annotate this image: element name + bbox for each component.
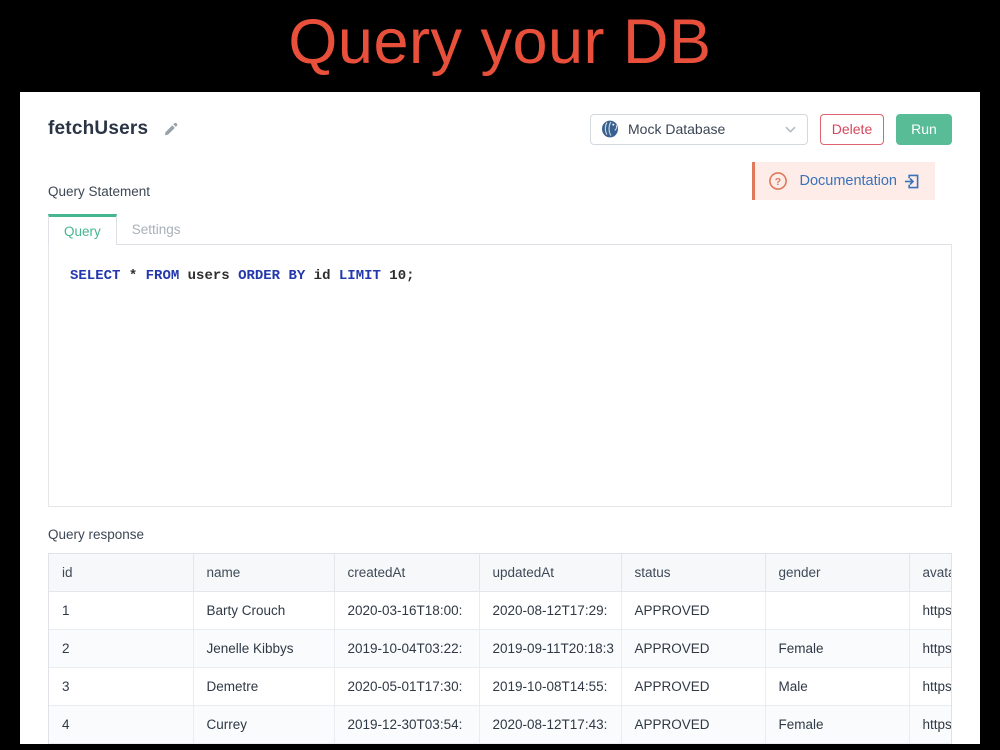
query-response-label: Query response <box>48 527 952 543</box>
sql-code-line: SELECT * FROM users ORDER BY id LIMIT 10… <box>70 268 930 284</box>
table-row: 4Currey2019-12-30T03:54:2020-08-12T17:43… <box>49 705 952 743</box>
table-cell: 2020-05-01T17:30: <box>334 667 479 705</box>
tab-settings[interactable]: Settings <box>117 214 196 244</box>
pencil-icon[interactable] <box>163 122 178 137</box>
tab-query[interactable]: Query <box>48 214 117 245</box>
table-row: 1Barty Crouch2020-03-16T18:00:2020-08-12… <box>49 591 952 629</box>
table-row: 3Demetre2020-05-01T17:30:2019-10-08T14:5… <box>49 667 952 705</box>
sql-text: 10; <box>381 268 415 284</box>
svg-text:?: ? <box>775 176 781 188</box>
page-title: Query your DB <box>0 6 1000 78</box>
run-button[interactable]: Run <box>896 114 952 145</box>
column-header-gender: gender <box>765 554 909 591</box>
database-select[interactable]: Mock Database <box>590 114 808 145</box>
table-cell: https:// <box>909 591 952 629</box>
table-cell: Female <box>765 705 909 743</box>
topbar-controls: Mock Database Delete Run <box>590 114 952 145</box>
documentation-link-label: Documentation <box>799 173 897 189</box>
column-header-id: id <box>49 554 193 591</box>
column-header-updatedAt: updatedAt <box>479 554 621 591</box>
table-cell: 2019-10-04T03:22: <box>334 629 479 667</box>
delete-button[interactable]: Delete <box>820 114 884 145</box>
table-cell: APPROVED <box>621 591 765 629</box>
sql-text: * <box>120 268 145 284</box>
table-cell: Male <box>765 667 909 705</box>
table-cell: 2020-08-12T17:43: <box>479 705 621 743</box>
postgresql-icon <box>601 120 619 138</box>
table-cell: 3 <box>49 667 193 705</box>
question-circle-icon: ? <box>768 171 788 191</box>
table-cell: https:// <box>909 705 952 743</box>
table-cell: 2019-10-08T14:55: <box>479 667 621 705</box>
column-header-name: name <box>193 554 334 591</box>
table-cell: https:// <box>909 667 952 705</box>
table-cell: 2019-09-11T20:18:3 <box>479 629 621 667</box>
documentation-link[interactable]: Documentation <box>799 173 919 189</box>
column-header-createdAt: createdAt <box>334 554 479 591</box>
query-name: fetchUsers <box>48 118 148 140</box>
sql-keyword: FROM <box>146 268 180 284</box>
table-cell: APPROVED <box>621 629 765 667</box>
table-cell: 2019-12-30T03:54: <box>334 705 479 743</box>
result-table: idnamecreatedAtupdatedAtstatusgenderavat… <box>49 554 952 744</box>
table-cell: 2 <box>49 629 193 667</box>
result-table-wrap: idnamecreatedAtupdatedAtstatusgenderavat… <box>48 553 952 744</box>
database-select-value: Mock Database <box>628 121 725 137</box>
query-editor-panel: fetchUsers <box>20 92 980 744</box>
table-cell: APPROVED <box>621 667 765 705</box>
table-cell: Jenelle Kibbys <box>193 629 334 667</box>
query-statement-label: Query Statement <box>48 184 150 200</box>
column-header-avatar: avatar <box>909 554 952 591</box>
table-cell: Barty Crouch <box>193 591 334 629</box>
sql-text: id <box>305 268 339 284</box>
column-header-status: status <box>621 554 765 591</box>
table-cell: https:// <box>909 629 952 667</box>
table-cell: 4 <box>49 705 193 743</box>
sql-text: users <box>179 268 238 284</box>
documentation-banner: ? Documentation <box>752 162 935 200</box>
statement-header-row: Query Statement ? Documentation <box>48 162 952 200</box>
table-cell: Female <box>765 629 909 667</box>
table-cell: 2020-03-16T18:00: <box>334 591 479 629</box>
table-row: 2Jenelle Kibbys2019-10-04T03:22:2019-09-… <box>49 629 952 667</box>
table-cell: 1 <box>49 591 193 629</box>
page: Query your DB fetchUsers <box>0 0 1000 750</box>
sql-editor[interactable]: SELECT * FROM users ORDER BY id LIMIT 10… <box>48 245 952 507</box>
chevron-down-icon <box>784 123 797 136</box>
table-header-row: idnamecreatedAtupdatedAtstatusgenderavat… <box>49 554 952 591</box>
table-cell: Demetre <box>193 667 334 705</box>
tab-bar: Query Settings <box>48 214 952 245</box>
topbar: fetchUsers <box>48 112 952 146</box>
table-cell: 2020-08-12T17:29: <box>479 591 621 629</box>
sql-keyword: ORDER BY <box>238 268 305 284</box>
table-cell <box>765 591 909 629</box>
query-name-group: fetchUsers <box>48 118 178 140</box>
enter-arrow-icon <box>904 174 919 189</box>
table-cell: APPROVED <box>621 705 765 743</box>
sql-keyword: LIMIT <box>339 268 381 284</box>
sql-keyword: SELECT <box>70 268 120 284</box>
table-cell: Currey <box>193 705 334 743</box>
